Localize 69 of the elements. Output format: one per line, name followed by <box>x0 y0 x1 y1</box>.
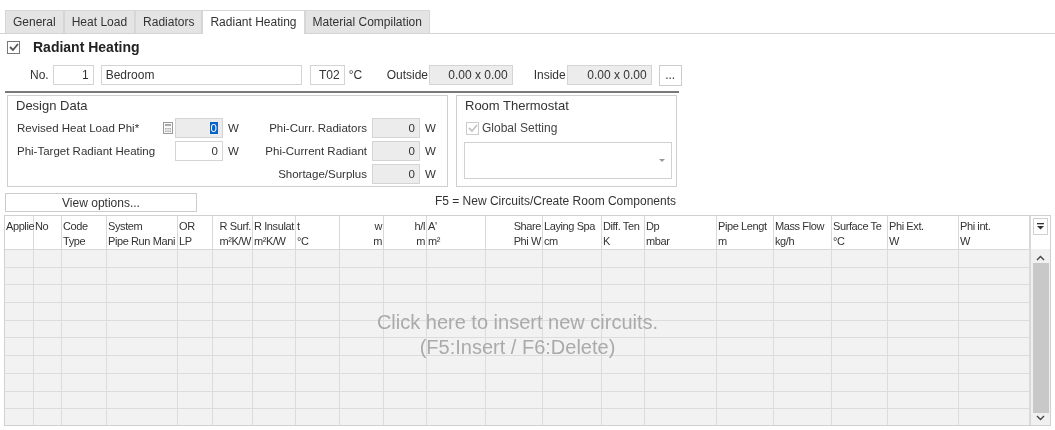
caret-icon <box>659 159 665 162</box>
column-header[interactable]: Surface Te °C <box>832 216 888 249</box>
tab[interactable]: Radiant Heating <box>202 10 305 34</box>
panel-title: Room Thermostat <box>465 97 570 114</box>
unit-label: °C <box>348 68 364 82</box>
column-header[interactable]: h/l m <box>384 216 427 249</box>
column-header[interactable]: Laying Spa cm <box>543 216 602 249</box>
field-label: Outside <box>386 68 429 82</box>
column-header[interactable]: w m <box>340 216 384 249</box>
column-header[interactable]: Code Type <box>62 216 107 249</box>
section-title: Radiant Heating <box>33 39 140 55</box>
input-field[interactable]: 0.00 x 0.00 <box>428 65 513 85</box>
check-icon <box>466 122 479 134</box>
chevron-up-icon <box>1036 255 1045 261</box>
unit-label: W <box>424 121 437 134</box>
column-header[interactable]: Applie <box>5 216 34 249</box>
input-field[interactable]: 0 <box>175 140 223 161</box>
empty-hint-text: (F5:Insert / F6:Delete) <box>419 335 616 360</box>
unit-label: W <box>227 144 237 157</box>
column-header[interactable]: Phi Ext. W <box>888 216 959 249</box>
column-chooser-button[interactable] <box>1033 218 1048 235</box>
column-header[interactable]: No <box>34 216 62 249</box>
input-field[interactable]: T02 <box>309 65 345 85</box>
column-header[interactable]: System Pipe Run Mani <box>107 216 178 249</box>
column-header[interactable]: A' m² <box>427 216 486 249</box>
checkbox-label: Global Setting <box>482 121 558 135</box>
chevron-down-icon <box>1036 415 1045 421</box>
field-label: Phi-Curr. Radiators <box>268 121 368 134</box>
input-field[interactable]: 0.00 x 0.00 <box>566 65 652 85</box>
checkbox[interactable] <box>7 40 20 54</box>
unit-label: W <box>227 121 237 134</box>
column-header[interactable]: Share Phi W <box>486 216 543 249</box>
tab[interactable]: Material Compilation <box>304 10 430 33</box>
column-header[interactable]: R Insulat m²K/W <box>253 216 296 249</box>
tab[interactable]: General <box>5 10 64 33</box>
column-header[interactable]: Dp mbar <box>645 216 717 249</box>
check-icon <box>7 41 20 53</box>
column-header[interactable]: OR LP <box>178 216 213 249</box>
hint-text: F5 = New Circuits/Create Room Components <box>434 195 676 208</box>
tab[interactable]: Radiators <box>135 10 203 33</box>
field-label: Phi-Target Radiant Heating <box>17 144 156 157</box>
scrollbar[interactable] <box>1031 249 1050 425</box>
unit-label: W <box>424 144 437 157</box>
unit-label: W <box>424 167 437 180</box>
column-header[interactable]: Mass Flow kg/h <box>774 216 832 249</box>
tab[interactable]: Heat Load <box>63 10 136 33</box>
field-label: Phi-Current Radiant <box>264 144 368 157</box>
input-field[interactable]: Bedroom <box>100 65 302 85</box>
input-field[interactable]: 1 <box>52 65 94 85</box>
input-field[interactable]: 0 <box>372 117 420 138</box>
empty-hint-text: Click here to insert new circuits. <box>376 310 659 335</box>
panel-title: Design Data <box>16 97 89 114</box>
column-header[interactable]: t °C <box>296 216 340 249</box>
field-label: Revised Heat Load Phi* <box>17 121 140 134</box>
field-label: No. <box>30 68 49 82</box>
more-button[interactable]: ... <box>658 64 682 86</box>
input-field[interactable]: 0 <box>175 117 223 138</box>
dropdown-icon <box>1037 223 1044 230</box>
field-label: Shortage/Surplus <box>277 167 368 180</box>
column-header[interactable]: Pipe Lengt m <box>717 216 774 249</box>
view-options-button[interactable]: View options... <box>5 193 197 212</box>
input-field[interactable]: 0 <box>372 140 420 161</box>
column-header[interactable]: Diff. Ten K <box>602 216 645 249</box>
input-field[interactable]: 0 <box>372 163 420 184</box>
column-header[interactable]: Phi int. W <box>959 216 1030 249</box>
dropdown[interactable] <box>464 142 672 179</box>
column-header[interactable]: R Surf. m²K/W <box>213 216 253 249</box>
calculator-icon[interactable] <box>163 121 173 134</box>
field-label: Inside <box>533 68 567 82</box>
